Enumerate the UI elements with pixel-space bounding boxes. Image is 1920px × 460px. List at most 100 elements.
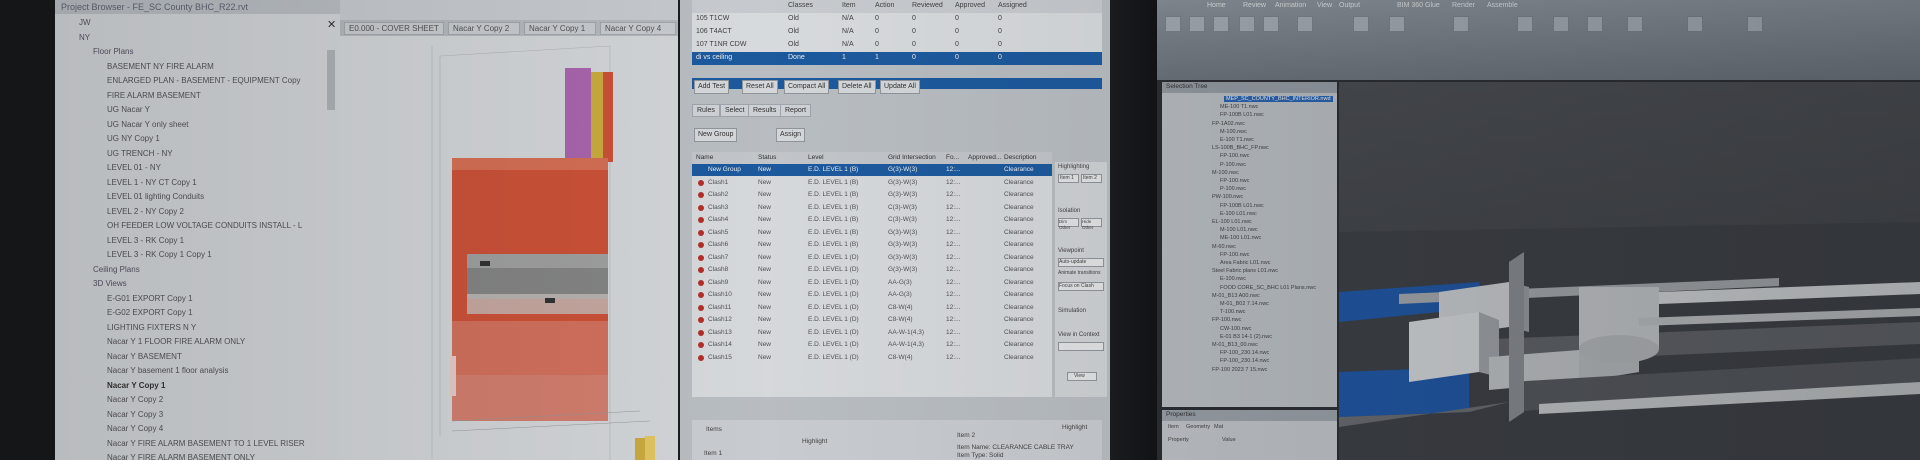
selection-tree-item[interactable]: M-100.nwc <box>1212 170 1239 176</box>
selection-tree-item[interactable]: FP-100.nwc <box>1220 252 1249 258</box>
tree-item[interactable]: FIRE ALARM BASEMENT <box>107 91 201 100</box>
selection-tree-item[interactable]: P-100.nwc <box>1220 186 1246 192</box>
selection-tree-item[interactable]: FP-100_230.14.nwc <box>1220 350 1269 356</box>
tree-item[interactable]: UG NY Copy 1 <box>107 134 160 143</box>
view-button[interactable]: View <box>1067 372 1097 381</box>
save-selection-icon[interactable] <box>1263 16 1279 32</box>
selection-tree-item[interactable]: FP-100.nwc <box>1220 153 1249 159</box>
clash-row[interactable]: New Group New E.D. LEVEL 1 (B) G(3)-W(3) 12:… <box>692 164 1052 176</box>
clash-row[interactable]: Clash9 New E.D. LEVEL 1 (D) AA-G(3) 12:... Cl… <box>692 277 1052 289</box>
item2-toggle[interactable]: Item 2 <box>1081 174 1102 183</box>
tree-item[interactable]: E-G01 EXPORT Copy 1 <box>107 294 193 303</box>
selection-tree-item[interactable]: FP-100.nwc <box>1212 317 1241 323</box>
selection-tree-item[interactable]: M-100.nwc <box>1220 129 1247 135</box>
ribbon-tab-home[interactable]: Home <box>1207 2 1226 9</box>
animate-checkbox[interactable]: Animate transitions <box>1058 270 1101 276</box>
tree-item[interactable]: LEVEL 1 - NY CT Copy 1 <box>107 178 197 187</box>
appearance-icon[interactable] <box>1747 16 1763 32</box>
ribbon-tab-output[interactable]: Output <box>1339 2 1360 9</box>
selection-tree-item[interactable]: FP-100B L01.nwc <box>1220 203 1264 209</box>
highlight-item2-checkbox[interactable]: Highlight <box>1062 424 1087 431</box>
tab-results[interactable]: Results <box>748 104 782 117</box>
tree-item[interactable]: Nacar Y Copy 3 <box>107 410 163 419</box>
ribbon-tab-animation[interactable]: Animation <box>1275 2 1306 9</box>
clash-row[interactable]: Clash4 New E.D. LEVEL 1 (B) C(3)-W(3) 12:...… <box>692 214 1052 226</box>
selection-tree-item[interactable]: E-01 B3 14-1 (2).nwc <box>1220 334 1272 340</box>
tree-item[interactable]: ENLARGED PLAN - BASEMENT - EQUIPMENT Cop… <box>107 76 301 85</box>
append-icon[interactable] <box>1165 16 1181 32</box>
tree-item[interactable]: Nacar Y BASEMENT <box>107 352 182 361</box>
selection-tree-item[interactable]: LS-100B_BHC_FP.nwc <box>1212 145 1269 151</box>
clash-row[interactable]: Clash2 New E.D. LEVEL 1 (B) G(3)-W(3) 12:...… <box>692 189 1052 201</box>
clash-test-row[interactable]: di vs ceiling Done 1 1 0 0 0 <box>692 52 1102 65</box>
clash-detective-icon[interactable] <box>1517 16 1533 32</box>
selection-tree-item[interactable]: E-100 T1.nwc <box>1220 137 1254 143</box>
tab-cover-sheet[interactable]: E0.000 - COVER SHEET <box>344 22 444 35</box>
hide-icon[interactable] <box>1389 16 1405 32</box>
require-icon[interactable] <box>1453 16 1469 32</box>
focus-on-clash-button[interactable]: Focus on Clash <box>1058 282 1104 291</box>
tree-item[interactable]: Nacar Y FIRE ALARM BASEMENT TO 1 LEVEL R… <box>107 439 305 448</box>
tree-item[interactable]: UG Nacar Y <box>107 105 150 114</box>
assign-button[interactable]: Assign <box>776 128 806 142</box>
tree-scrollbar[interactable] <box>327 50 335 110</box>
clash-row[interactable]: Clash14 New E.D. LEVEL 1 (D) AA-W-1(4,3) 12:… <box>692 339 1052 351</box>
tree-item[interactable]: Ceiling Plans <box>93 265 140 274</box>
item1-toggle[interactable]: Item 1 <box>1058 174 1079 183</box>
tab-nacar-copy-1[interactable]: Nacar Y Copy 1 <box>524 22 596 35</box>
update-all-button[interactable]: Update All <box>880 80 920 94</box>
selection-tree-item[interactable]: ME-100 T1.nwc <box>1220 104 1258 110</box>
tree-item[interactable]: LEVEL 2 - NY Copy 2 <box>107 207 184 216</box>
selection-tree-item[interactable]: FP-1A02.nwc <box>1212 121 1245 127</box>
ribbon-tab-bim360[interactable]: BIM 360 Glue <box>1397 2 1440 9</box>
tree-item[interactable]: LEVEL 3 - RK Copy 1 <box>107 236 184 245</box>
tab-rules[interactable]: Rules <box>692 104 720 117</box>
tree-item[interactable]: Nacar Y FIRE ALARM BASEMENT ONLY <box>107 453 255 460</box>
ribbon-tab-assemble[interactable]: Assemble <box>1487 2 1518 9</box>
tree-item[interactable]: Nacar Y Copy 2 <box>107 395 163 404</box>
delete-all-button[interactable]: Delete All <box>838 80 876 94</box>
selection-tree-item[interactable]: E-100.nwc <box>1220 276 1246 282</box>
tree-item[interactable]: Nacar Y 1 FLOOR FIRE ALARM ONLY <box>107 337 245 346</box>
selection-tree-item[interactable]: FP-100.nwc <box>1220 178 1249 184</box>
tree-item[interactable]: NY <box>79 33 90 42</box>
clash-test-row[interactable]: 106 T4ACT Old N/A 0 0 0 0 <box>692 26 1102 39</box>
selection-tree-item[interactable]: ME-100 L01.nwc <box>1220 235 1261 241</box>
selection-tree-item[interactable]: T-100.nwc <box>1220 309 1245 315</box>
tab-report[interactable]: Report <box>780 104 812 117</box>
selection-tree-item[interactable]: P-100.nwc <box>1220 162 1246 168</box>
3d-viewport[interactable] <box>1339 82 1920 460</box>
selection-tree-item[interactable]: FP-100B L01.nwc <box>1220 112 1264 118</box>
selection-tree-item[interactable]: FP-100_230.14.nwc <box>1220 358 1269 364</box>
selection-tree-item[interactable]: M-01_B02 7.14.nwc <box>1220 301 1269 307</box>
tab-nacar-copy-2[interactable]: Nacar Y Copy 2 <box>448 22 520 35</box>
clash-row[interactable]: Clash8 New E.D. LEVEL 1 (D) G(3)-W(3) 12:...… <box>692 264 1052 276</box>
tree-item[interactable]: Floor Plans <box>93 47 133 56</box>
tree-item[interactable]: UG TRENCH - NY <box>107 149 173 158</box>
tree-item[interactable]: BASEMENT NY FIRE ALARM <box>107 62 214 71</box>
properties-tab-mat[interactable]: Mat <box>1214 424 1223 430</box>
tree-item[interactable]: E-G02 EXPORT Copy 1 <box>107 308 193 317</box>
selection-tree-item[interactable]: PW-100.nwc <box>1212 194 1243 200</box>
selection-tree-item[interactable]: MEP_SC_COUNTY_BHC_INTERIOR.nwd <box>1224 96 1333 102</box>
ribbon-tab-render[interactable]: Render <box>1452 2 1475 9</box>
clash-row[interactable]: Clash11 New E.D. LEVEL 1 (D) C8-W(4) 12:... C… <box>692 302 1052 314</box>
selection-tree-item[interactable]: M-01_B13_00.nwc <box>1212 342 1258 348</box>
tree-item[interactable]: 3D Views <box>93 279 127 288</box>
tab-select[interactable]: Select <box>720 104 750 117</box>
view-in-context-select[interactable] <box>1058 342 1104 351</box>
selection-tree-item[interactable]: EL-100 L01.nwc <box>1212 219 1252 225</box>
viewpoint-select[interactable]: Auto-update <box>1058 258 1104 267</box>
new-group-button[interactable]: New Group <box>694 128 738 142</box>
selection-tree-item[interactable]: FOOD CORE_SC_BHC L01 Plans.nwc <box>1220 285 1316 291</box>
tree-item[interactable]: LEVEL 01 lighting Conduits <box>107 192 204 201</box>
selection-tree-item[interactable]: M-01_B13 A00.nwc <box>1212 293 1260 299</box>
ribbon-tab-review[interactable]: Review <box>1243 2 1266 9</box>
clash-test-row[interactable]: 107 T1NR CDW Old N/A 0 0 0 0 <box>692 39 1102 52</box>
datatools-icon[interactable] <box>1687 16 1703 32</box>
timeliner-icon[interactable] <box>1553 16 1569 32</box>
clash-row[interactable]: Clash10 New E.D. LEVEL 1 (D) AA-G(3) 12:... C… <box>692 289 1052 301</box>
tree-item[interactable]: OH FEEDER LOW VOLTAGE CONDUITS INSTALL -… <box>107 221 302 230</box>
properties-icon[interactable] <box>1627 16 1643 32</box>
clash-row[interactable]: Clash13 New E.D. LEVEL 1 (D) AA-W-1(4,3) 12:… <box>692 327 1052 339</box>
